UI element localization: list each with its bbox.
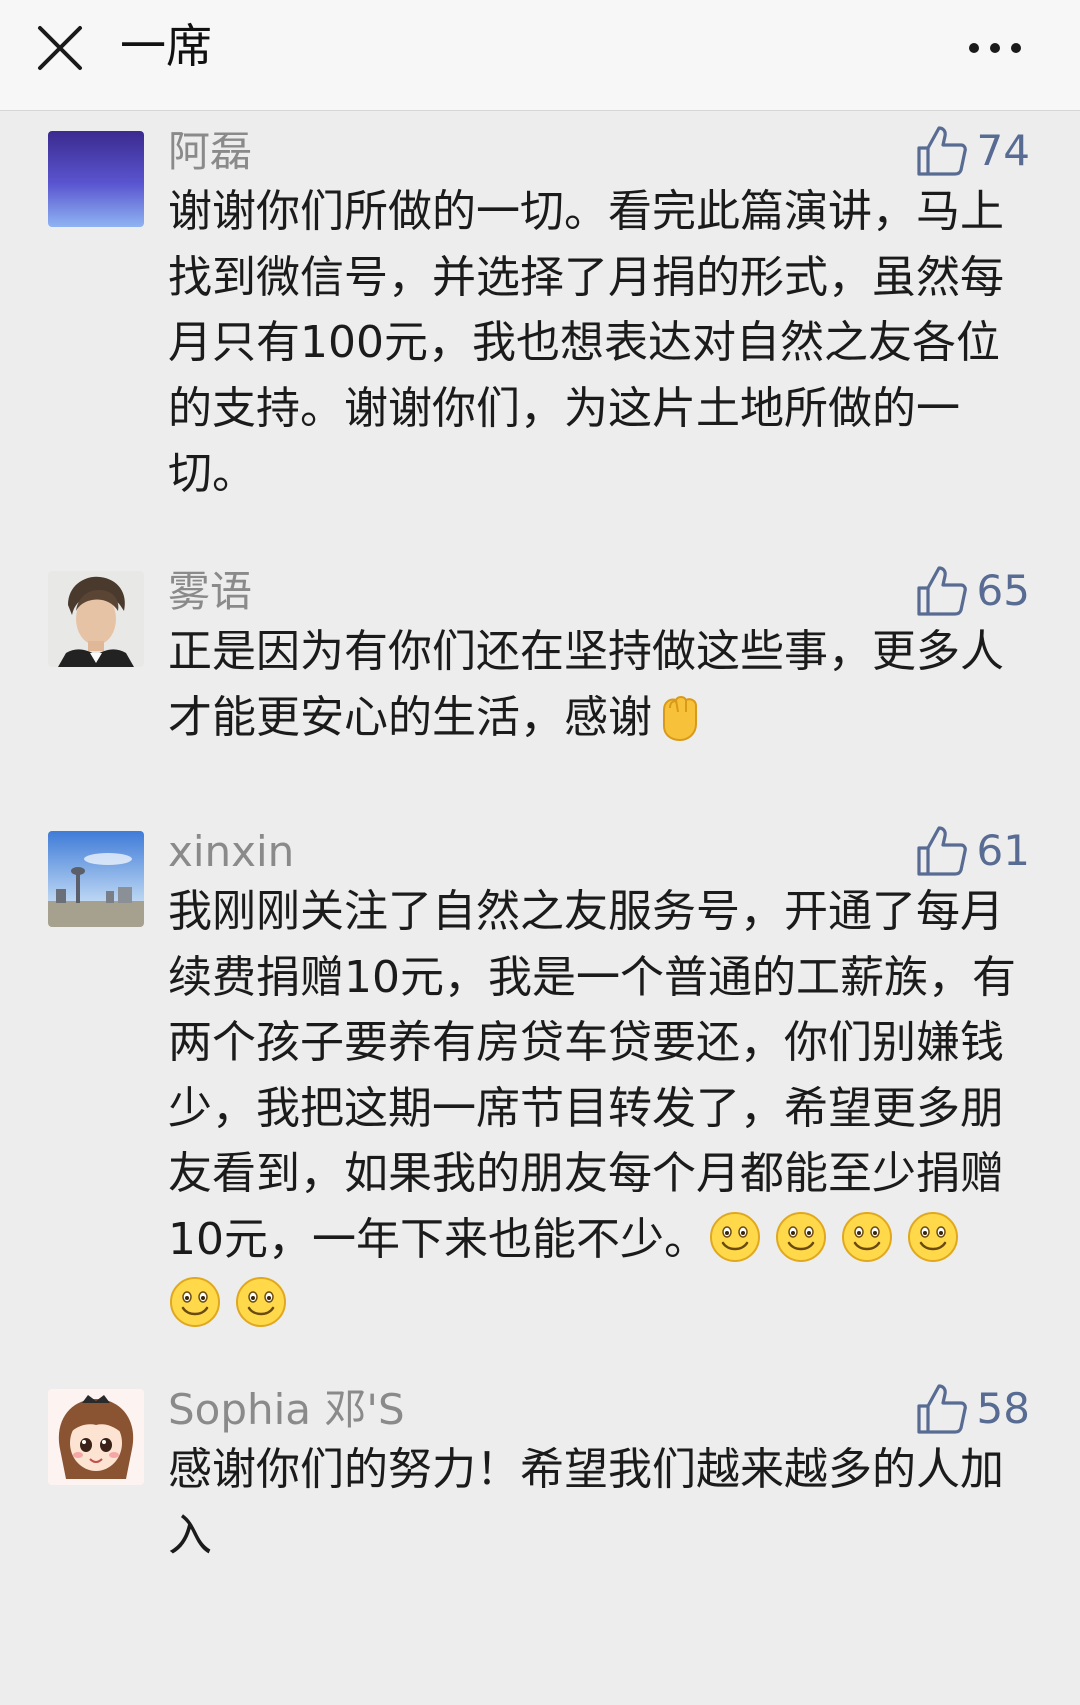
thumbs-up-icon: [916, 126, 967, 176]
comment-feed: 阿磊 74 谢谢你们所做的一切。看完此篇演讲，马上找到微信号，并选择了月捐的形式…: [0, 111, 1080, 1705]
thumbs-up-icon: [916, 826, 967, 876]
thumbs-up-icon: [916, 1384, 967, 1434]
comment-item: 雾语 65 正是因为有你们还在坚持做这些事，更多人才能更安心的生活，感谢: [0, 551, 1080, 751]
smile-emoji: [234, 1275, 288, 1329]
comment-item: Sophia 邓'S 58 感谢你们的努力！希望我们越来越多的人加入: [0, 1369, 1080, 1705]
comment-item: 阿磊 74 谢谢你们所做的一切。看完此篇演讲，马上找到微信号，并选择了月捐的形式…: [0, 111, 1080, 511]
smile-emoji: [168, 1275, 222, 1329]
more-dots-icon[interactable]: [960, 18, 1030, 78]
smile-emoji: [906, 1210, 960, 1264]
username[interactable]: Sophia 邓'S: [168, 1383, 405, 1437]
comment-item: xinxin 61 我刚刚关注了自然之友服务号，开通了每月续费捐赠10元，我是一…: [0, 811, 1080, 1331]
top-bar: 一席: [0, 0, 1080, 111]
username[interactable]: xinxin: [168, 825, 294, 879]
comment-text: 感谢你们的努力！希望我们越来越多的人加入: [168, 1444, 1004, 1561]
like-button[interactable]: 74: [915, 121, 1030, 181]
like-count: 61: [976, 826, 1030, 875]
city-skyline-avatar[interactable]: [48, 831, 144, 927]
cartoon-girl-avatar[interactable]: [48, 1389, 144, 1485]
close-icon[interactable]: [30, 18, 90, 78]
comment-text: 我刚刚关注了自然之友服务号，开通了每月续费捐赠10元，我是一个普通的工薪族，有两…: [168, 879, 1028, 1338]
thumbs-up-icon: [916, 566, 967, 616]
like-count: 74: [976, 126, 1030, 175]
like-button[interactable]: 61: [915, 821, 1030, 881]
comment-text: 谢谢你们所做的一切。看完此篇演讲，马上找到微信号，并选择了月捐的形式，虽然每月只…: [168, 186, 1004, 499]
page-title: 一席: [120, 19, 212, 73]
smile-emoji: [774, 1210, 828, 1264]
username[interactable]: 阿磊: [168, 125, 252, 179]
username[interactable]: 雾语: [168, 565, 252, 619]
smile-emoji: [708, 1210, 762, 1264]
fist-emoji: [652, 688, 706, 742]
like-count: 65: [976, 566, 1030, 615]
like-count: 58: [976, 1384, 1030, 1433]
comment-text: 正是因为有你们还在坚持做这些事，更多人才能更安心的生活，感谢: [168, 626, 1004, 743]
smile-emoji: [840, 1210, 894, 1264]
man-portrait-avatar[interactable]: [48, 571, 144, 667]
like-button[interactable]: 65: [915, 561, 1030, 621]
purple-gradient-avatar[interactable]: [48, 131, 144, 227]
like-button[interactable]: 58: [915, 1379, 1030, 1439]
